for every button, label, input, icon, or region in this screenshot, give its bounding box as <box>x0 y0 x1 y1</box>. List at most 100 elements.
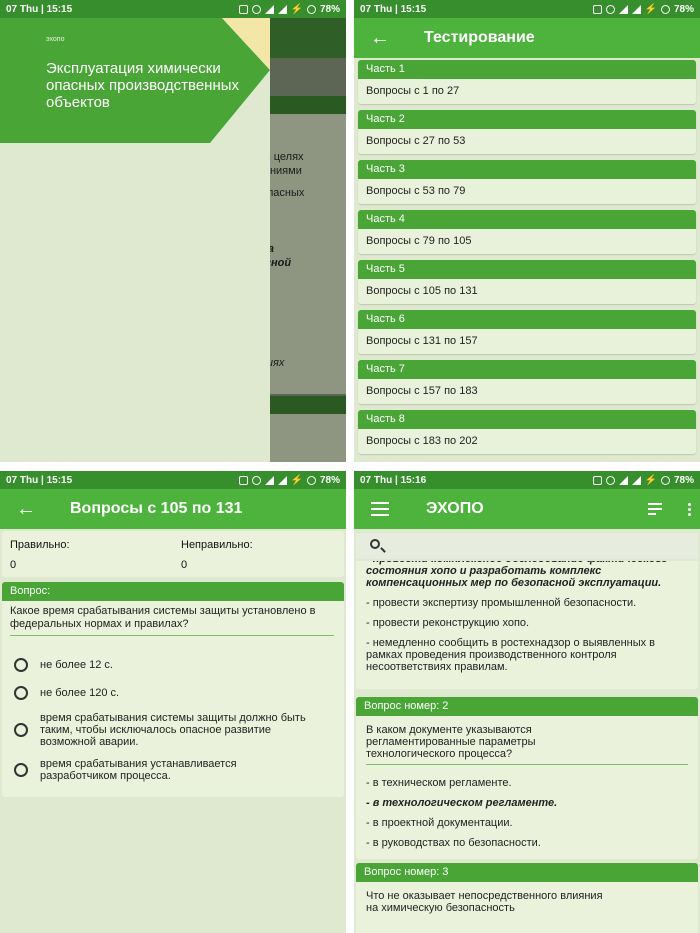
notification-icon <box>592 475 602 485</box>
page-title: Тестирование <box>424 29 535 46</box>
part-card[interactable]: Часть 1 Вопросы с 1 по 27 <box>358 60 696 104</box>
score-card: Правильно: Неправильно: 0 0 <box>2 531 344 577</box>
notification-icon <box>238 4 248 14</box>
answer-text: время срабатывания системы защиты должно… <box>40 712 306 748</box>
answer-correct: - провести комплексное обследование факт… <box>366 561 668 589</box>
test-list-icon[interactable] <box>648 503 666 515</box>
status-bar: 07 Thu | 15:15 ⚡ 78% <box>0 471 346 489</box>
divider <box>10 635 334 636</box>
status-time: 07 Thu | 15:15 <box>360 3 427 15</box>
part-label: Часть 4 <box>358 210 696 229</box>
navigation-drawer: эхопо Эксплуатация химически опасных про… <box>0 18 270 462</box>
drawer-screen: ии, о) в целях ованиями и опасных ата па… <box>0 0 346 462</box>
wrong-count: 0 <box>181 559 188 571</box>
answer-option[interactable]: время срабатывания устанавливается разра… <box>14 758 334 782</box>
part-card[interactable]: Часть 4 Вопросы с 79 по 105 <box>358 210 696 254</box>
part-label: Часть 2 <box>358 110 696 129</box>
part-card[interactable]: Часть 2 Вопросы с 27 по 53 <box>358 110 696 154</box>
status-time: 07 Thu | 15:15 <box>6 474 73 486</box>
drawer-logo-text: эхопо <box>46 36 65 43</box>
part-label: Часть 7 <box>358 360 696 379</box>
back-arrow-icon[interactable]: ← <box>354 27 406 50</box>
part-range: Вопросы с 131 по 157 <box>358 329 696 354</box>
alarm-icon <box>605 475 615 485</box>
status-time: 07 Thu | 15:15 <box>6 3 73 15</box>
charging-icon: ⚡ <box>644 474 657 486</box>
wifi-icon <box>277 475 287 485</box>
sync-icon <box>660 4 670 14</box>
divider <box>366 764 688 765</box>
hamburger-icon <box>371 502 389 516</box>
drawer-title: Эксплуатация химически опасных производс… <box>46 60 240 111</box>
sync-icon <box>306 475 316 485</box>
wifi-icon <box>277 4 287 14</box>
radio-button[interactable] <box>14 686 28 700</box>
app-bar: ЭХОПО <box>354 489 700 529</box>
answer-text: - провести экспертизу промышленной безоп… <box>366 597 637 609</box>
status-icons: ⚡ 78% <box>592 3 694 15</box>
more-options-icon[interactable] <box>688 502 692 516</box>
answer-text: - в руководствах по безопасности. <box>366 837 541 849</box>
part-range: Вопросы с 105 по 131 <box>358 279 696 304</box>
part-label: Часть 6 <box>358 310 696 329</box>
question-card: Вопрос номер: 2 В каком документе указыв… <box>356 697 698 859</box>
answer-option[interactable]: не более 120 с. <box>14 686 334 700</box>
questions-feed-screen: 07 Thu | 15:16 ⚡ 78% ЭХОПО - провести ко… <box>354 471 700 933</box>
answer-text: - провести реконструкцию хопо. <box>366 617 530 629</box>
sync-icon <box>306 4 316 14</box>
radio-button[interactable] <box>14 763 28 777</box>
wrong-label: Неправильно: <box>181 539 253 551</box>
part-card[interactable]: Часть 8 Вопросы с 183 по 202 <box>358 410 696 454</box>
radio-button[interactable] <box>14 723 28 737</box>
battery-level: 78% <box>673 3 694 15</box>
part-card[interactable]: Часть 7 Вопросы с 157 по 183 <box>358 360 696 404</box>
question-text: Что не оказывает непосредственного влиян… <box>366 890 603 914</box>
quiz-screen: 07 Thu | 15:15 ⚡ 78% ← Вопросы с 105 по … <box>0 471 346 933</box>
answer-text: - в техническом регламенте. <box>366 777 512 789</box>
battery-level: 78% <box>319 474 340 486</box>
page-title: Вопросы с 105 по 131 <box>70 500 243 517</box>
radio-button[interactable] <box>14 658 28 672</box>
back-arrow-icon[interactable]: ← <box>0 498 52 521</box>
app-title: ЭХОПО <box>426 500 484 517</box>
question-card: Вопрос: Какое время срабатывания системы… <box>2 582 344 797</box>
charging-icon: ⚡ <box>644 3 657 15</box>
question-card: - провести комплексное обследование факт… <box>356 561 698 689</box>
answer-option[interactable]: время срабатывания системы защиты должно… <box>14 712 334 748</box>
status-icons: ⚡ 78% <box>238 474 340 486</box>
app-bar: ← Вопросы с 105 по 131 <box>0 489 346 529</box>
charging-icon: ⚡ <box>290 474 303 486</box>
part-range: Вопросы с 79 по 105 <box>358 229 696 254</box>
correct-count: 0 <box>10 559 17 571</box>
alarm-icon <box>251 4 261 14</box>
question-text: В каком документе указываются регламенти… <box>366 724 536 760</box>
signal-icon <box>618 4 628 14</box>
status-icons: ⚡ 78% <box>592 474 694 486</box>
alarm-icon <box>251 475 261 485</box>
answer-option[interactable]: не более 12 с. <box>14 658 334 672</box>
part-label: Часть 3 <box>358 160 696 179</box>
part-card[interactable]: Часть 6 Вопросы с 131 по 157 <box>358 310 696 354</box>
menu-button[interactable] <box>354 502 406 516</box>
status-icons: ⚡ 78% <box>238 3 340 15</box>
part-range: Вопросы с 27 по 53 <box>358 129 696 154</box>
part-card[interactable]: Часть 5 Вопросы с 105 по 131 <box>358 260 696 304</box>
answer-text: не более 12 с. <box>40 659 113 671</box>
questions-feed: - провести комплексное обследование факт… <box>354 561 700 933</box>
charging-icon: ⚡ <box>290 3 303 15</box>
part-range: Вопросы с 157 по 183 <box>358 379 696 404</box>
answer-text: - в проектной документации. <box>366 817 513 829</box>
part-label: Часть 5 <box>358 260 696 279</box>
battery-level: 78% <box>673 474 694 486</box>
search-bar[interactable] <box>356 533 698 559</box>
question-number: Вопрос номер: 2 <box>356 697 698 716</box>
parts-list: Часть 1 Вопросы с 1 по 27 Часть 2 Вопросы … <box>354 58 700 460</box>
signal-icon <box>264 4 274 14</box>
answer-text: - немедленно сообщить в ростехнадзор о в… <box>366 637 656 673</box>
wifi-icon <box>631 4 641 14</box>
search-icon[interactable] <box>370 539 380 549</box>
part-card[interactable]: Часть 3 Вопросы с 53 по 79 <box>358 160 696 204</box>
signal-icon <box>264 475 274 485</box>
question-text: Какое время срабатывания системы защиты … <box>10 605 316 630</box>
testing-screen: 07 Thu | 15:15 ⚡ 78% ← Тестирование Част… <box>354 0 700 462</box>
